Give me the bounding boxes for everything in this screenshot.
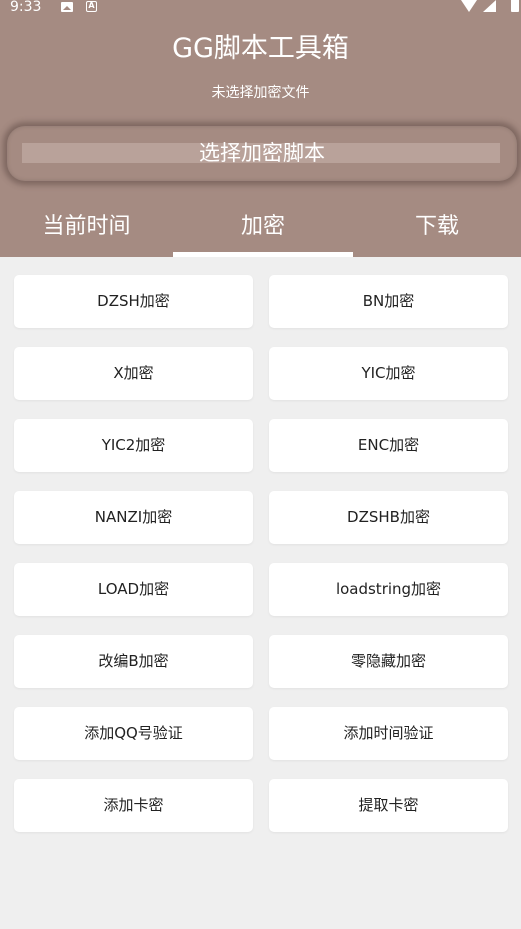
a-icon: A — [86, 1, 97, 12]
image-icon — [61, 2, 73, 12]
yic-encrypt-button[interactable]: YIC加密 — [269, 347, 508, 400]
dzsh-encrypt-button[interactable]: DZSH加密 — [14, 275, 253, 328]
tab-encrypt[interactable]: 加密 — [173, 195, 353, 257]
app-title: GG脚本工具箱 — [172, 33, 349, 64]
tab-download[interactable]: 下载 — [353, 195, 521, 257]
status-time: 9:33 — [10, 0, 42, 15]
select-script-button-label: 选择加密脚本 — [199, 141, 325, 165]
enc-encrypt-button[interactable]: ENC加密 — [269, 419, 508, 472]
selected-file-status: 未选择加密文件 — [211, 85, 310, 101]
tab-current-time[interactable]: 当前时间 — [0, 195, 173, 257]
x-encrypt-button[interactable]: X加密 — [14, 347, 253, 400]
add-card-key-button[interactable]: 添加卡密 — [14, 779, 253, 832]
dzshb-encrypt-button[interactable]: DZSHB加密 — [269, 491, 508, 544]
loadstring-encrypt-button[interactable]: loadstring加密 — [269, 563, 508, 616]
wifi-icon — [461, 0, 477, 12]
modified-b-encrypt-button[interactable]: 改编B加密 — [14, 635, 253, 688]
app-header: 9:33 A GG脚本工具箱 未选择加密文件 选择加密脚本 当前时间 加密 下载 — [0, 0, 521, 257]
tab-indicator — [173, 252, 353, 257]
bn-encrypt-button[interactable]: BN加密 — [269, 275, 508, 328]
tab-bar: 当前时间 加密 下载 — [0, 195, 521, 257]
select-script-button[interactable]: 选择加密脚本 — [7, 126, 517, 181]
zero-hide-encrypt-button[interactable]: 零隐藏加密 — [269, 635, 508, 688]
battery-icon — [511, 0, 519, 12]
add-time-verification-button[interactable]: 添加时间验证 — [269, 707, 508, 760]
extract-card-key-button[interactable]: 提取卡密 — [269, 779, 508, 832]
yic2-encrypt-button[interactable]: YIC2加密 — [14, 419, 253, 472]
nanzi-encrypt-button[interactable]: NANZI加密 — [14, 491, 253, 544]
load-encrypt-button[interactable]: LOAD加密 — [14, 563, 253, 616]
signal-icon — [483, 0, 496, 12]
add-qq-verification-button[interactable]: 添加QQ号验证 — [14, 707, 253, 760]
status-bar: 9:33 A — [0, 0, 521, 18]
